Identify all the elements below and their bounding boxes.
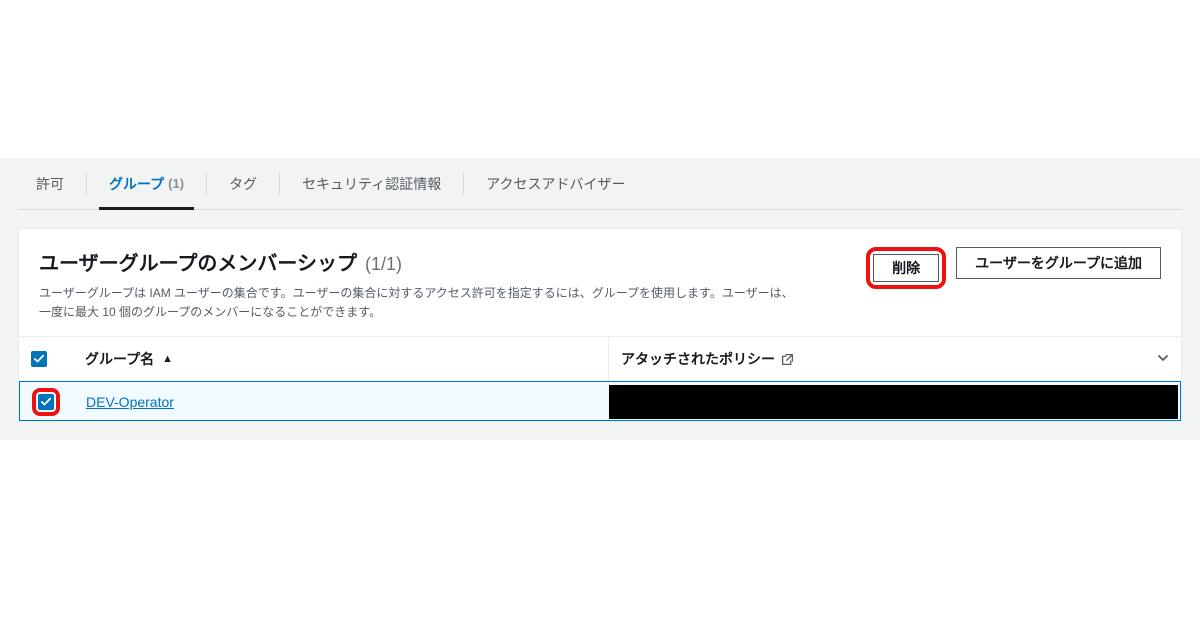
delete-button[interactable]: 削除	[873, 254, 939, 282]
external-link-icon	[781, 353, 794, 366]
tab-label: セキュリティ認証情報	[302, 174, 441, 194]
tab-label: アクセスアドバイザー	[486, 174, 625, 194]
tab-separator	[86, 172, 87, 195]
table-header-row: グループ名 ▲ アタッチされたポリシー	[19, 337, 1181, 381]
tab-label: グループ	[109, 174, 164, 194]
section-count: (1/1)	[365, 254, 402, 275]
row-checkbox-cell[interactable]	[20, 382, 74, 422]
column-header-group-name[interactable]: グループ名 ▲	[73, 337, 609, 381]
groups-table: グループ名 ▲ アタッチされたポリシー	[19, 336, 1181, 421]
select-all-cell[interactable]	[19, 337, 73, 381]
tabs-bar: 許可 グループ (1) タグ セキュリティ認証情報 アクセスアドバイザー	[18, 158, 1182, 210]
tab-permissions[interactable]: 許可	[18, 158, 82, 209]
tab-separator	[206, 172, 207, 195]
sort-ascending-icon: ▲	[162, 353, 173, 365]
group-name-link[interactable]: DEV-Operator	[86, 394, 174, 410]
tab-groups[interactable]: グループ (1)	[91, 158, 202, 209]
tab-separator	[463, 172, 464, 195]
section-title: ユーザーグループのメンバーシップ	[39, 247, 357, 276]
tab-count: (1)	[168, 176, 184, 191]
column-label: アタッチされたポリシー	[621, 349, 775, 369]
tab-label: 許可	[36, 174, 64, 194]
delete-highlight: 削除	[866, 247, 946, 289]
membership-card: ユーザーグループのメンバーシップ (1/1) ユーザーグループは IAM ユーザ…	[18, 228, 1182, 422]
tab-label: タグ	[229, 174, 257, 194]
tab-tags[interactable]: タグ	[211, 158, 275, 209]
checkbox-checked-icon	[31, 351, 47, 367]
tab-security-credentials[interactable]: セキュリティ認証情報	[284, 158, 459, 209]
redacted-content	[609, 385, 1178, 419]
tab-access-advisor[interactable]: アクセスアドバイザー	[468, 158, 643, 209]
table-row[interactable]: DEV-Operator	[19, 381, 1181, 421]
group-name-cell: DEV-Operator	[74, 382, 609, 422]
chevron-down-icon	[1157, 351, 1169, 367]
column-header-attached-policies[interactable]: アタッチされたポリシー	[609, 337, 1145, 381]
checkbox-checked-icon	[38, 394, 54, 410]
tab-separator	[279, 172, 280, 195]
add-user-to-group-button[interactable]: ユーザーをグループに追加	[956, 247, 1161, 279]
checkbox-highlight	[32, 388, 60, 416]
table-settings-button[interactable]	[1145, 337, 1181, 381]
section-subtitle: ユーザーグループは IAM ユーザーの集合です。ユーザーの集合に対するアクセス許…	[39, 284, 799, 322]
column-label: グループ名	[85, 349, 154, 369]
